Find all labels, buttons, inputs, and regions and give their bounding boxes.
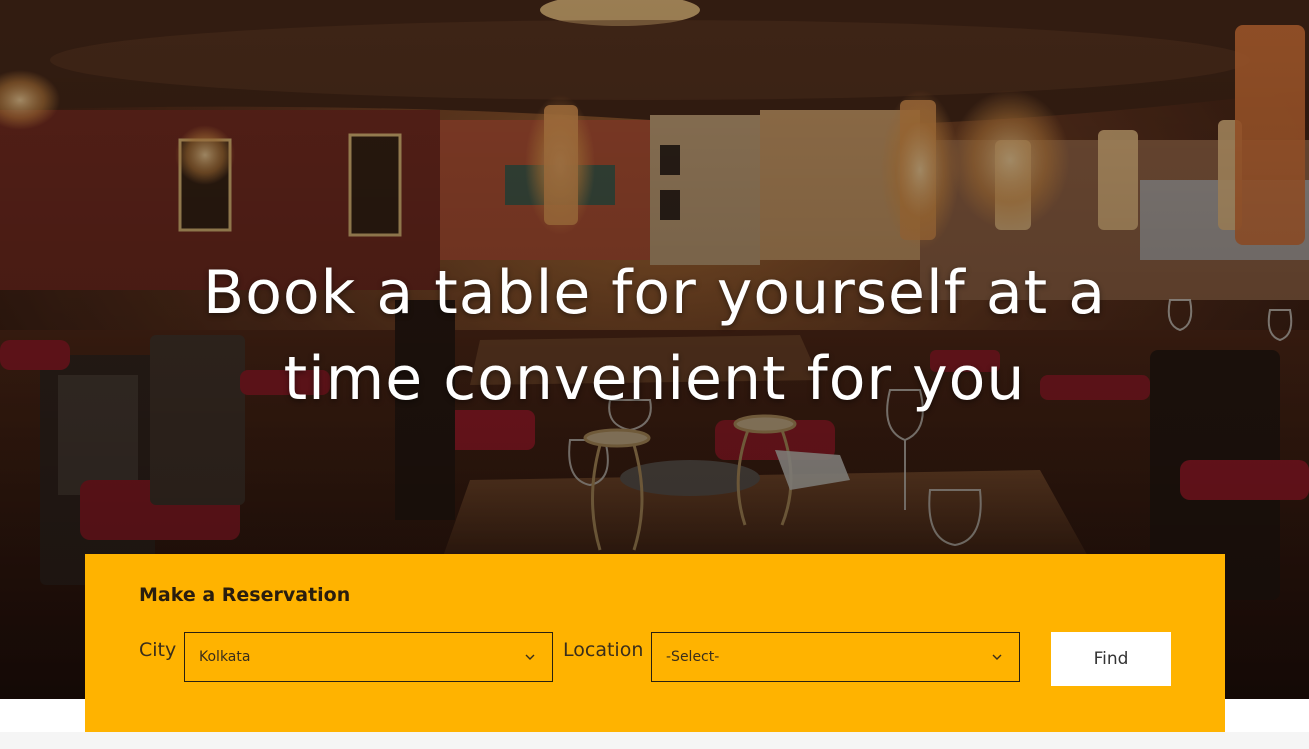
reservation-panel: Make a Reservation City Kolkata Location… <box>85 554 1225 732</box>
chevron-down-icon <box>525 654 535 660</box>
chevron-down-icon <box>992 654 1002 660</box>
hero-headline-line-2: time convenient for you <box>283 344 1026 414</box>
location-label: Location <box>563 639 644 661</box>
city-select-value: Kolkata <box>199 649 251 665</box>
city-select[interactable]: Kolkata <box>184 632 553 682</box>
city-label: City <box>139 639 177 661</box>
hero-headline: Book a table for yourself at a time conv… <box>0 250 1309 422</box>
hero-headline-line-1: Book a table for yourself at a <box>203 258 1106 328</box>
location-select[interactable]: -Select- <box>651 632 1020 682</box>
location-select-value: -Select- <box>666 649 720 665</box>
footer-strip <box>0 732 1309 749</box>
find-button[interactable]: Find <box>1051 632 1171 686</box>
reservation-title: Make a Reservation <box>139 584 351 606</box>
page: Book a table for yourself at a time conv… <box>0 0 1309 749</box>
